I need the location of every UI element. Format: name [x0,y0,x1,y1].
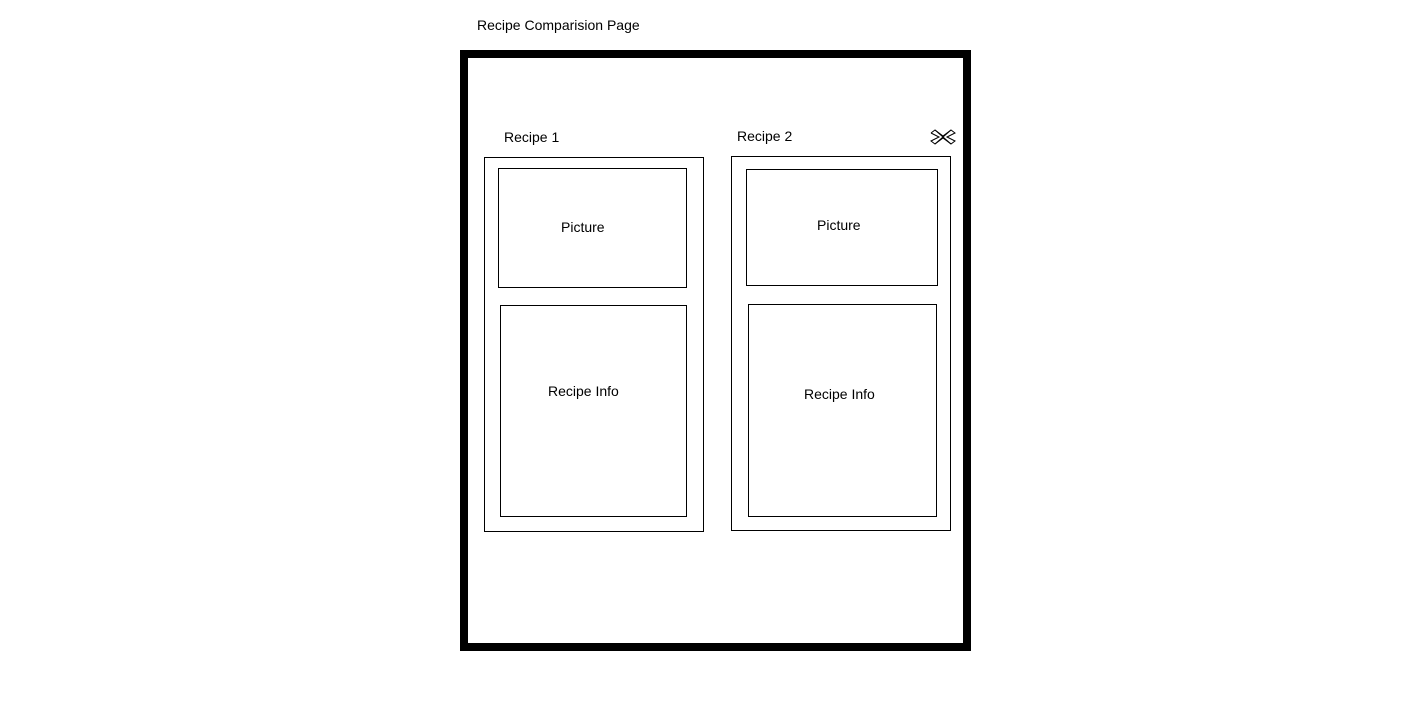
recipe-1-picture-label: Picture [561,219,605,235]
recipe-1-info-label: Recipe Info [548,383,619,399]
recipe-1-info [500,305,687,517]
recipe-2-label: Recipe 2 [737,128,793,144]
recipe-1-label: Recipe 1 [504,129,560,145]
close-icon[interactable] [930,128,956,146]
recipe-2-info [748,304,937,517]
recipe-2-picture-label: Picture [817,217,861,233]
page-title: Recipe Comparision Page [477,17,640,33]
recipe-2-info-label: Recipe Info [804,386,875,402]
